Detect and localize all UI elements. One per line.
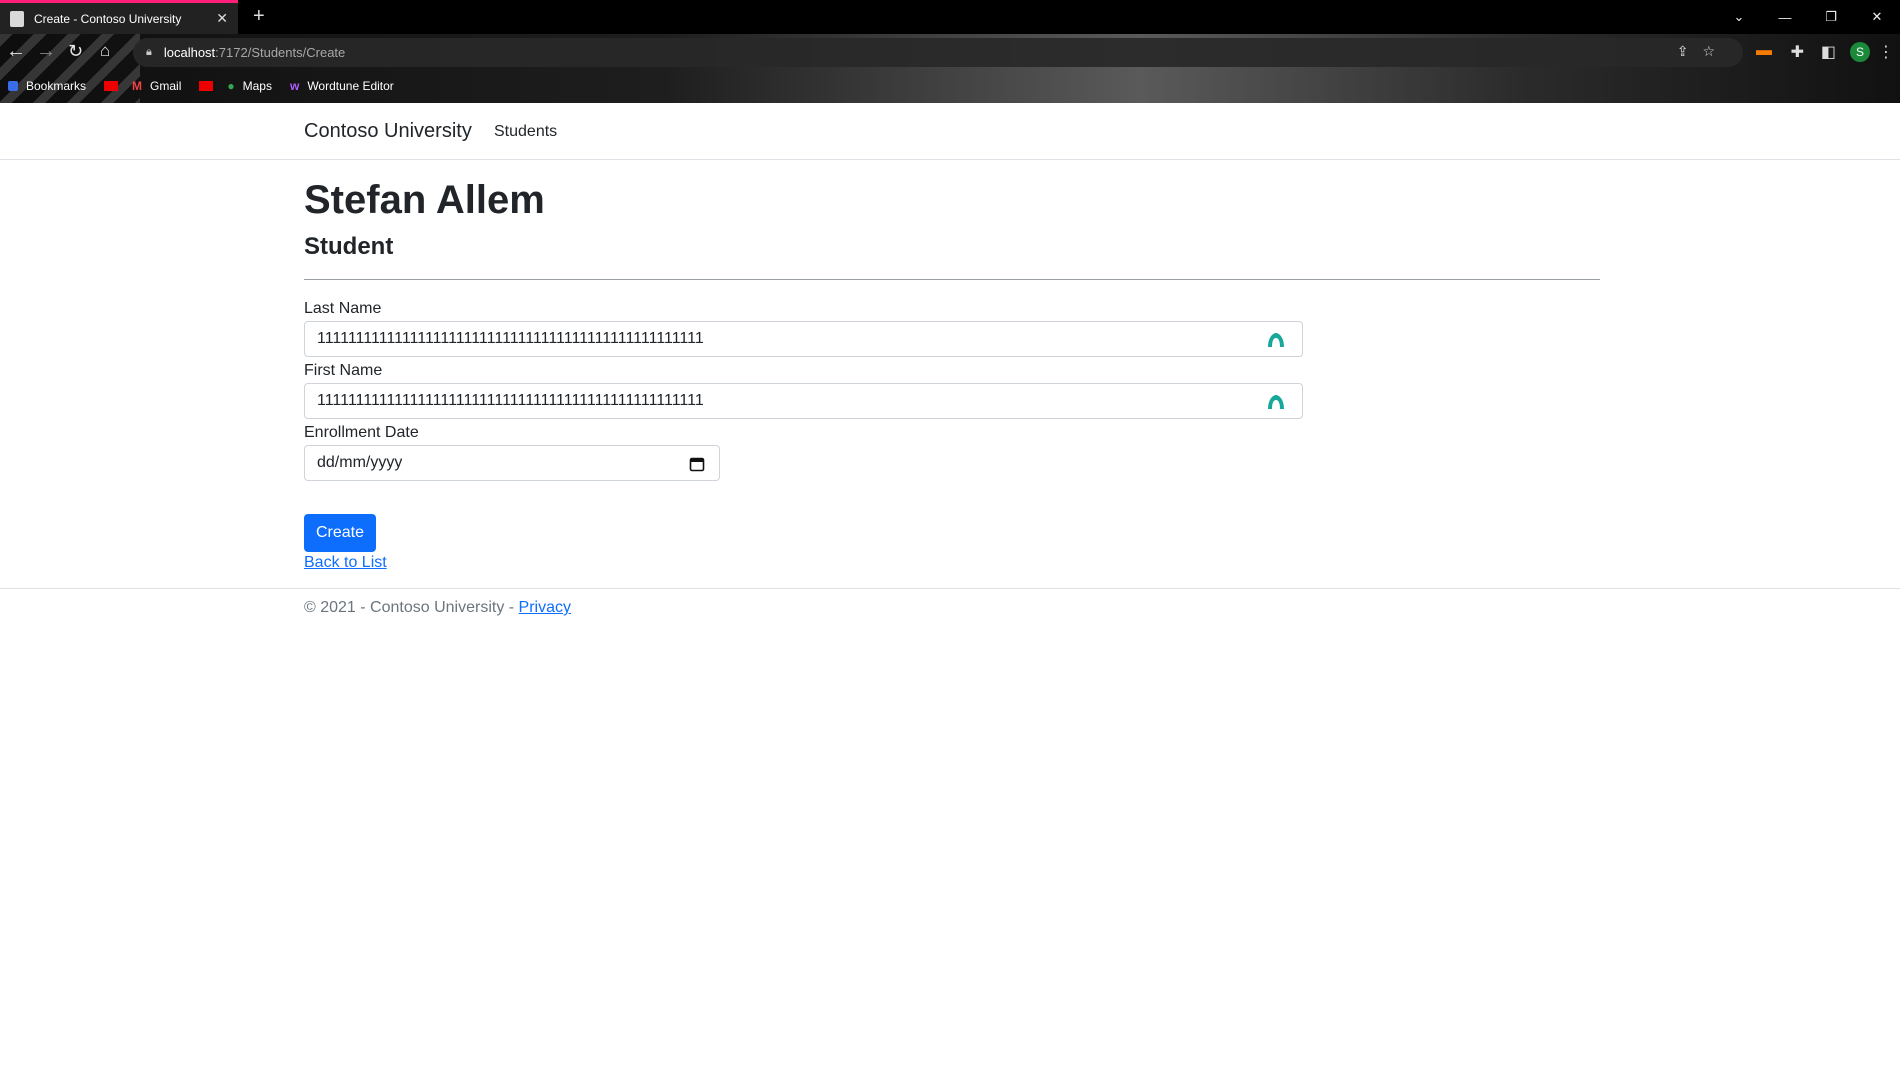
first-name-input[interactable]: 1111111111111111111111111111111111111111… xyxy=(304,383,1303,419)
calendar-icon[interactable] xyxy=(689,456,705,472)
enrollment-date-placeholder: dd/mm/yyyy xyxy=(317,454,403,471)
wordtune-icon: w xyxy=(289,79,300,93)
enrollment-date-input[interactable]: dd/mm/yyyy xyxy=(304,445,720,481)
share-bookmark-icons[interactable]: ⇪☆ xyxy=(1677,43,1729,60)
browser-chrome: Create - Contoso University ✕ + ⌄ — ❐ ✕ … xyxy=(0,0,1900,103)
footer-copyright: © 2021 - Contoso University - xyxy=(304,599,519,616)
site-footer: © 2021 - Contoso University - Privacy xyxy=(304,599,571,617)
restore-icon[interactable]: ❐ xyxy=(1808,0,1854,34)
forward-icon[interactable]: → xyxy=(36,40,56,63)
page-favicon-icon xyxy=(10,10,24,27)
bookmark-maps[interactable]: ● Maps xyxy=(227,79,272,93)
bookmarks-folder-icon xyxy=(8,81,18,91)
last-name-value: 1111111111111111111111111111111111111111… xyxy=(317,330,704,347)
site-brand[interactable]: Contoso University xyxy=(304,120,472,143)
enrollment-date-label: Enrollment Date xyxy=(304,424,419,441)
bookmark-gmail[interactable]: M Gmail xyxy=(132,79,181,93)
bookmark-wordtune[interactable]: w Wordtune Editor xyxy=(290,79,394,93)
privacy-link[interactable]: Privacy xyxy=(519,599,571,616)
back-to-list-link[interactable]: Back to List xyxy=(304,554,387,572)
site-navbar: Contoso University Students xyxy=(0,103,1900,160)
puzzle-icon[interactable]: ✚ xyxy=(1791,42,1804,62)
home-icon[interactable]: ⌂ xyxy=(100,41,110,61)
tab-search-icon[interactable]: ⌄ xyxy=(1716,0,1762,34)
bookmark-bookmarks[interactable]: Bookmarks xyxy=(8,79,86,93)
new-tab-icon[interactable]: + xyxy=(253,5,265,28)
extension-icon[interactable]: ▬ xyxy=(1756,42,1772,60)
menu-icon[interactable]: ⋮ xyxy=(1878,42,1894,62)
youtube-icon[interactable] xyxy=(104,81,119,91)
maps-pin-icon: ● xyxy=(227,79,235,93)
main-content: Stefan Allem Student Last Name 111111111… xyxy=(0,160,1900,1066)
close-window-icon[interactable]: ✕ xyxy=(1854,0,1900,34)
first-name-value: 1111111111111111111111111111111111111111… xyxy=(317,392,704,409)
youtube-icon[interactable] xyxy=(199,81,214,91)
bookmark-label: Bookmarks xyxy=(26,79,87,93)
bookmark-label: Wordtune Editor xyxy=(307,79,394,93)
page-title: Stefan Allem xyxy=(304,178,545,222)
window-controls: ⌄ — ❐ ✕ xyxy=(1716,0,1900,34)
nav-students[interactable]: Students xyxy=(494,123,557,141)
close-tab-icon[interactable]: ✕ xyxy=(216,10,228,27)
minimize-icon[interactable]: — xyxy=(1762,0,1808,34)
page-subtitle: Student xyxy=(304,233,394,260)
browser-toolbar: ← → ↻ ⌂ 🔒︎ localhost:7172/Students/Creat… xyxy=(0,34,1900,70)
first-name-label: First Name xyxy=(304,362,383,379)
browser-tab[interactable]: Create - Contoso University ✕ xyxy=(0,0,238,34)
url-path: :7172/Students/Create xyxy=(215,45,346,60)
back-icon[interactable]: ← xyxy=(6,40,26,63)
side-panel-icon[interactable]: ◧ xyxy=(1821,42,1836,62)
address-bar[interactable]: 🔒︎ localhost:7172/Students/Create ⇪☆ xyxy=(133,38,1743,67)
bookmark-label: Maps xyxy=(242,79,272,93)
tab-strip: Create - Contoso University ✕ + ⌄ — ❐ ✕ xyxy=(0,0,1900,34)
wordtune-assist-icon[interactable] xyxy=(1266,392,1286,412)
bookmark-label: Gmail xyxy=(150,79,182,93)
url-host: localhost xyxy=(163,45,216,60)
footer-divider xyxy=(0,588,1900,589)
create-button[interactable]: Create xyxy=(304,514,376,552)
lock-icon[interactable]: 🔒︎ xyxy=(146,46,152,59)
divider xyxy=(304,279,1600,280)
last-name-label: Last Name xyxy=(304,300,382,317)
profile-avatar[interactable]: S xyxy=(1850,42,1870,62)
reload-icon[interactable]: ↻ xyxy=(68,41,83,62)
bookmarks-bar: Bookmarks M Gmail ● Maps w Wordtune Edit… xyxy=(0,71,1900,101)
last-name-input[interactable]: 1111111111111111111111111111111111111111… xyxy=(304,321,1303,357)
tab-title: Create - Contoso University xyxy=(34,11,182,26)
wordtune-assist-icon[interactable] xyxy=(1266,330,1286,350)
gmail-icon: M xyxy=(132,79,143,93)
